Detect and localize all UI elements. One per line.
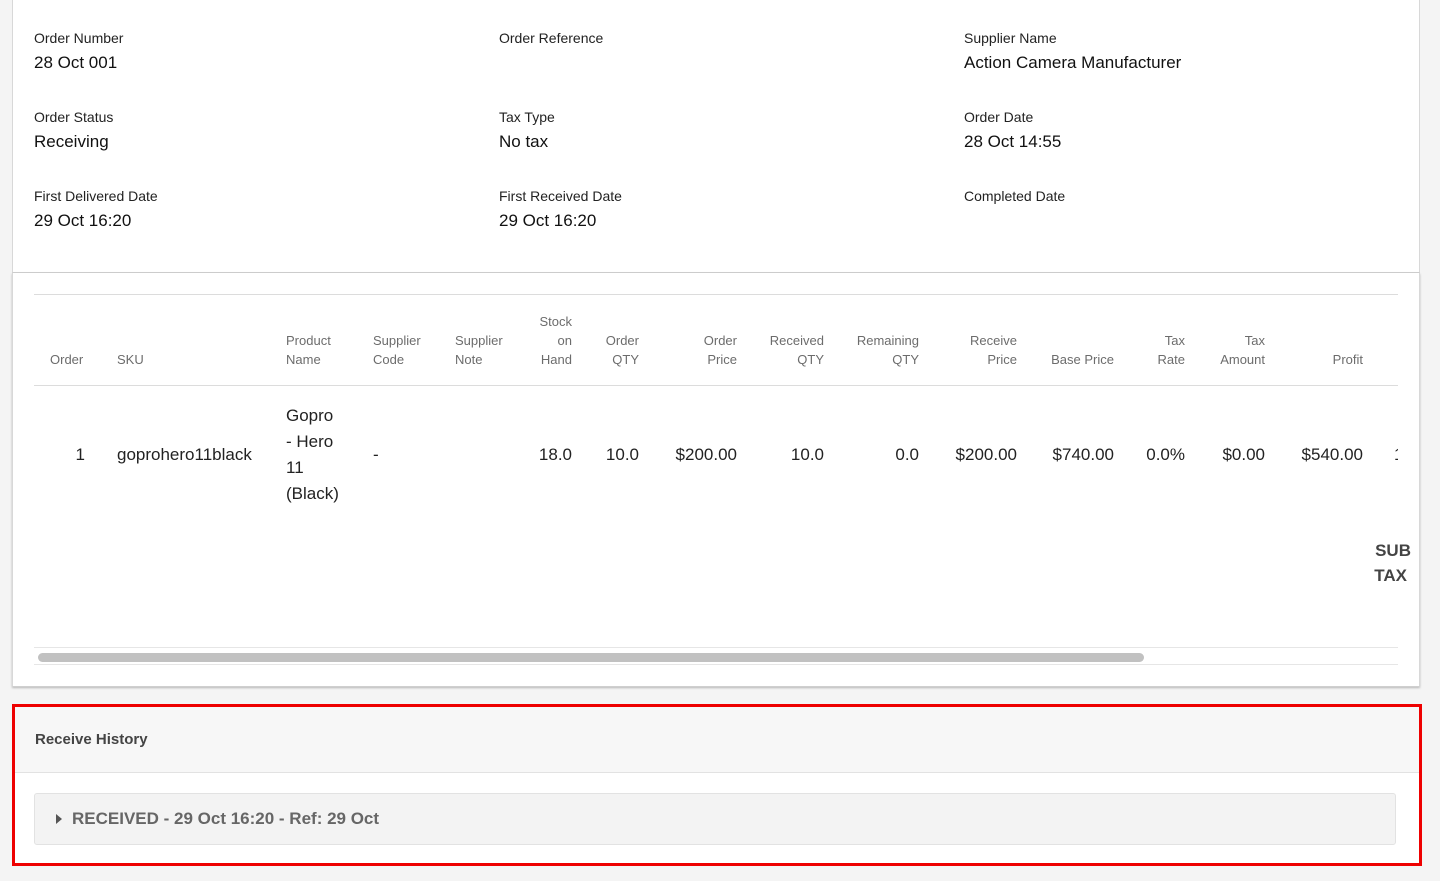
order-number-label: Order Number: [34, 30, 124, 46]
supplier-name-field: Supplier Name Action Camera Manufacturer: [964, 30, 1181, 73]
cell-received-qty: 10.0: [790, 445, 824, 464]
order-number-field: Order Number 28 Oct 001: [34, 30, 123, 73]
order-number-value: 28 Oct 001: [34, 53, 118, 72]
supplier-name-value: Action Camera Manufacturer: [964, 53, 1182, 72]
receive-history-item[interactable]: RECEIVED - 29 Oct 16:20 - Ref: 29 Oct: [34, 793, 1396, 845]
col-header-received-qty[interactable]: Received QTY: [754, 331, 824, 369]
table-top-divider: [34, 294, 1398, 295]
cell-receive-price: $200.00: [955, 445, 1017, 464]
receive-history-title: Receive History: [35, 731, 148, 748]
col-header-supplier-code[interactable]: Supplier Code: [373, 331, 421, 369]
cell-supplier-code: -: [373, 445, 379, 464]
table-bottom-divider: [34, 647, 1398, 648]
cell-order-price: $200.00: [675, 445, 737, 464]
order-date-value: 28 Oct 14:55: [964, 132, 1062, 151]
completed-date-field: Completed Date: [964, 188, 1065, 211]
first-delivered-label: First Delivered Date: [34, 188, 158, 204]
cell-order-qty: 10.0: [605, 445, 639, 464]
receive-history-item-label: RECEIVED - 29 Oct 16:20 - Ref: 29 Oct: [72, 809, 380, 828]
col-header-supplier-note[interactable]: Supplier Note: [455, 331, 503, 369]
caret-right-icon: [56, 814, 62, 824]
cell-tax-amount: $0.00: [1222, 445, 1265, 464]
col-header-tax-rate[interactable]: Tax Rate: [1135, 331, 1185, 369]
table-header-divider: [34, 385, 1398, 386]
col-header-product-name[interactable]: Product Name: [286, 331, 331, 369]
first-received-value: 29 Oct 16:20: [499, 211, 597, 230]
receive-history-header: Receive History: [15, 707, 1419, 773]
cell-order: 1: [75, 445, 85, 464]
order-reference-field: Order Reference: [499, 30, 603, 53]
col-header-order[interactable]: Order: [50, 350, 83, 369]
col-header-remaining-qty[interactable]: Remaining QTY: [839, 331, 919, 369]
subtotal-label: SUB: [1375, 541, 1411, 560]
col-header-base-price[interactable]: Base Price: [1024, 350, 1114, 369]
first-received-label: First Received Date: [499, 188, 622, 204]
first-delivered-field: First Delivered Date 29 Oct 16:20: [34, 188, 158, 231]
scrollbar-thumb[interactable]: [38, 653, 1144, 662]
order-status-value: Receiving: [34, 132, 109, 151]
cell-stock-on-hand: 18.0: [538, 445, 572, 464]
order-status-label: Order Status: [34, 109, 114, 125]
order-date-label: Order Date: [964, 109, 1034, 125]
cell-product-name: Gopro - Hero 11 (Black): [286, 406, 339, 503]
completed-date-label: Completed Date: [964, 188, 1066, 204]
receive-history-panel: Receive History RECEIVED - 29 Oct 16:20 …: [12, 704, 1422, 866]
tax-type-label: Tax Type: [499, 109, 555, 125]
first-received-field: First Received Date 29 Oct 16:20: [499, 188, 622, 231]
order-reference-label: Order Reference: [499, 30, 604, 46]
cell-tax-rate: 0.0%: [1146, 445, 1185, 464]
cell-profit: $540.00: [1301, 445, 1363, 464]
receive-history-body: RECEIVED - 29 Oct 16:20 - Ref: 29 Oct: [15, 773, 1419, 863]
col-header-receive-price[interactable]: Receive Price: [947, 331, 1017, 369]
first-delivered-value: 29 Oct 16:20: [34, 211, 132, 230]
horizontal-scrollbar[interactable]: [34, 650, 1398, 665]
order-info-card: Order Number 28 Oct 001 Order Reference …: [12, 0, 1420, 273]
tax-type-value: No tax: [499, 132, 549, 151]
col-header-tax-amount[interactable]: Tax Amount: [1205, 331, 1265, 369]
col-header-sku[interactable]: SKU: [117, 350, 144, 369]
col-header-order-price[interactable]: Order Price: [677, 331, 737, 369]
tax-type-field: Tax Type No tax: [499, 109, 555, 152]
cell-sku: goprohero11black: [117, 445, 252, 464]
col-header-order-qty[interactable]: Order QTY: [589, 331, 639, 369]
order-lines-card: Order SKU Product Name Supplier Code Sup…: [12, 273, 1420, 687]
col-header-profit[interactable]: Profit: [1293, 350, 1363, 369]
order-date-field: Order Date 28 Oct 14:55: [964, 109, 1061, 152]
order-status-field: Order Status Receiving: [34, 109, 113, 152]
tax-total-label: TAX: [1374, 566, 1407, 585]
col-header-stock-on-hand[interactable]: Stock on Hand: [522, 312, 572, 369]
cell-base-price: $740.00: [1052, 445, 1114, 464]
cell-cut-off: 1: [1394, 442, 1398, 468]
cell-remaining-qty: 0.0: [895, 445, 919, 464]
supplier-name-label: Supplier Name: [964, 30, 1057, 46]
